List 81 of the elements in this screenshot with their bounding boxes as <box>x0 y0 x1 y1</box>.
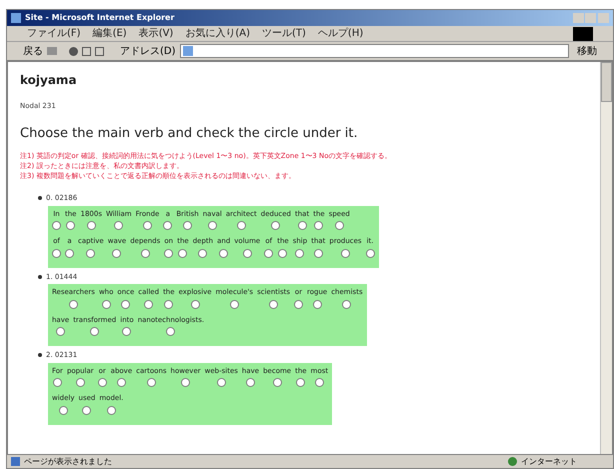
radio-button[interactable] <box>294 300 303 308</box>
radio-button[interactable] <box>366 248 375 258</box>
radio-button[interactable] <box>340 248 350 258</box>
radio-button[interactable] <box>142 221 152 230</box>
bullet-icon <box>38 353 42 358</box>
radio-button[interactable] <box>190 300 200 308</box>
address-field[interactable] <box>180 44 569 58</box>
app-icon <box>11 13 21 23</box>
menu-item[interactable]: ツール(T) <box>262 26 306 41</box>
radio-button[interactable] <box>76 378 85 387</box>
radio-button[interactable] <box>208 221 217 230</box>
radio-button[interactable] <box>82 406 92 414</box>
radio-button[interactable] <box>242 248 252 258</box>
radio-button[interactable] <box>178 248 188 258</box>
radio-button[interactable] <box>334 221 344 230</box>
radio-button[interactable] <box>272 378 282 387</box>
stop-icon[interactable] <box>69 46 78 56</box>
radio-button[interactable] <box>230 300 239 308</box>
radio-button[interactable] <box>198 248 208 258</box>
radio-button[interactable] <box>236 221 246 230</box>
address-label: アドレス(D) <box>120 44 176 58</box>
radio-button[interactable] <box>112 248 122 258</box>
radio-button[interactable] <box>146 378 156 387</box>
window-title: Site - Microsoft Internet Explorer <box>25 12 174 24</box>
bullet-icon <box>38 196 42 200</box>
radio-button[interactable] <box>144 300 154 308</box>
radio-button[interactable] <box>246 378 256 387</box>
radio-button[interactable] <box>164 248 174 258</box>
radio-button[interactable] <box>140 248 150 258</box>
scrollbar[interactable] <box>600 62 612 454</box>
radio-button[interactable] <box>102 300 111 308</box>
menu-item[interactable]: 編集(E) <box>92 26 127 41</box>
radio-button[interactable] <box>86 248 96 258</box>
scroll-thumb[interactable] <box>601 62 612 102</box>
radio-button[interactable] <box>58 406 68 414</box>
radio-button[interactable] <box>90 327 100 336</box>
radio-button[interactable] <box>298 221 307 230</box>
go-button[interactable]: 移動 <box>577 44 597 58</box>
radio-button[interactable] <box>264 248 274 258</box>
radio-button[interactable] <box>86 221 96 230</box>
menu-item[interactable]: ファイル(F) <box>27 26 81 41</box>
radio-button[interactable] <box>342 300 352 308</box>
radio-button[interactable] <box>163 221 172 230</box>
radio-button[interactable] <box>68 300 78 308</box>
user-name: kojyama <box>20 72 78 89</box>
radio-button[interactable] <box>65 248 74 258</box>
radio-button[interactable] <box>183 221 192 230</box>
radio-button[interactable] <box>314 248 323 258</box>
radio-button[interactable] <box>121 300 130 308</box>
radio-button[interactable] <box>114 221 124 230</box>
menu-item[interactable]: 表示(V) <box>138 26 174 41</box>
status-text: ページが表示されました <box>24 456 112 468</box>
radio-button[interactable] <box>106 406 116 414</box>
back-button[interactable]: 戻る <box>23 44 43 58</box>
radio-button[interactable] <box>52 248 61 258</box>
radio-button[interactable] <box>166 327 176 336</box>
bullet-icon <box>38 274 42 279</box>
radio-button[interactable] <box>296 378 306 387</box>
globe-icon <box>508 457 517 466</box>
radio-button[interactable] <box>52 378 62 387</box>
page-heading: Choose the main verb and check the circle under it. <box>20 124 359 142</box>
radio-button[interactable] <box>164 300 174 308</box>
menu-item[interactable]: ヘルプ(H) <box>318 26 364 41</box>
radio-button[interactable] <box>216 378 226 387</box>
radio-button[interactable] <box>116 378 126 387</box>
menu-item[interactable]: お気に入り(A) <box>185 26 250 41</box>
radio-button[interactable] <box>122 327 132 336</box>
radio-button[interactable] <box>56 327 66 336</box>
radio-button[interactable] <box>181 378 190 387</box>
radio-button[interactable] <box>295 248 304 258</box>
zone-text: インターネット <box>521 456 577 468</box>
radio-button[interactable] <box>52 221 61 230</box>
radio-button[interactable] <box>278 248 288 258</box>
radio-button[interactable] <box>314 378 324 387</box>
radio-button[interactable] <box>314 221 324 230</box>
radio-button[interactable] <box>98 378 107 387</box>
radio-button[interactable] <box>269 300 278 308</box>
radio-button[interactable] <box>312 300 322 308</box>
radio-button[interactable] <box>66 221 76 230</box>
radio-button[interactable] <box>271 221 280 230</box>
radio-button[interactable] <box>219 248 228 258</box>
